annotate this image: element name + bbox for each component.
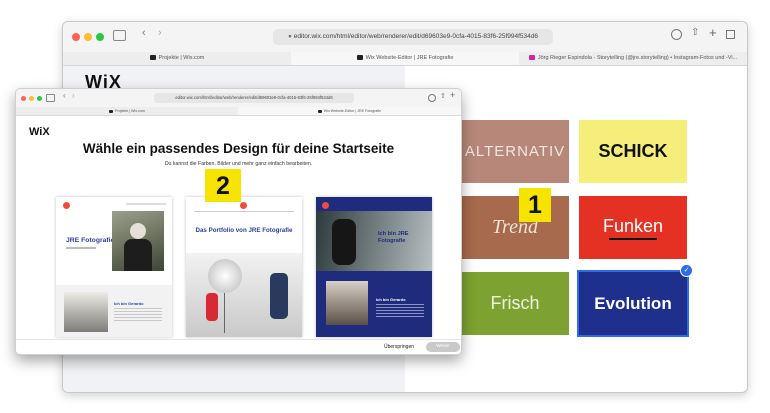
skip-button[interactable]: Überspringen [384, 343, 414, 352]
font-tile-label: ALTERNATIV [464, 143, 566, 160]
studio-photo [64, 292, 108, 332]
page-subtitle: Du kannst die Farben, Bilder und mehr ga… [164, 161, 313, 167]
download-icon[interactable] [428, 94, 436, 102]
font-tile-trend[interactable]: Trend [461, 196, 569, 259]
step-badge-2: 2 [205, 169, 241, 202]
underline-decoration [609, 237, 657, 240]
tab-label: Projekte | Wix.com [158, 55, 205, 61]
address-url: editor.wix.com/html/editor/web/renderer/… [175, 95, 333, 100]
minimize-window-button[interactable] [29, 96, 34, 101]
tab-label: Projekte | Wix.com [115, 109, 145, 113]
wix-favicon-icon [109, 110, 114, 113]
next-button[interactable]: Weiter [426, 342, 460, 352]
close-window-button[interactable] [72, 33, 80, 41]
wix-favicon-icon [149, 55, 156, 60]
sidebar-icon[interactable] [46, 94, 55, 102]
share-icon[interactable]: ⇧ [691, 27, 699, 38]
font-tile-evolution[interactable]: Evolution [579, 272, 687, 335]
address-bar[interactable]: editor.wix.com/html/editor/web/renderer/… [154, 93, 354, 103]
section-heading: Ich bin Gerardo [376, 297, 406, 302]
selected-check-icon: ✓ [680, 264, 693, 277]
sidebar-icon[interactable] [113, 30, 126, 41]
photographer-figure [270, 273, 288, 319]
light-stand [224, 293, 225, 333]
photographer-figure [332, 219, 356, 265]
studio-photo [186, 253, 302, 337]
tab-editor[interactable]: Wix Website-Editor | JRE Fotografie [291, 52, 519, 65]
design-heading: Ich bin JRE Fotografie [378, 231, 409, 244]
person-figure [124, 239, 152, 271]
tab-editor[interactable]: Wix Website-Editor | JRE Fotografie [238, 107, 461, 115]
font-tile-label: Funken [602, 215, 664, 236]
zoom-window-button[interactable] [37, 96, 42, 101]
step-badge-1: 1 [519, 188, 551, 222]
instagram-favicon-icon [528, 55, 535, 60]
tab-bar: Projekte | Wix.com Wix Website-Editor | … [16, 107, 461, 116]
wizard-footer: Überspringen Weiter [16, 339, 461, 354]
font-tile-label: SCHICK [598, 141, 668, 161]
design-heading: Das Portfolio von JRE Fotografie [195, 227, 293, 234]
nav-divider [194, 211, 294, 212]
tab-label: Wix Website-Editor | JRE Fotografie [365, 55, 454, 61]
design-card-2[interactable]: Das Portfolio von JRE Fotografie [186, 197, 302, 337]
softbox-light [208, 259, 242, 293]
new-tab-icon[interactable]: + [450, 90, 455, 100]
browser-toolbar: ‹ › editor.wix.com/html/editor/web/rende… [16, 89, 461, 107]
browser-toolbar: ‹ › ● editor.wix.com/html/editor/web/ren… [63, 22, 747, 53]
tab-projects[interactable]: Projekte | Wix.com [63, 52, 291, 65]
font-tile-label: Frisch [490, 293, 540, 313]
address-bar[interactable]: ● editor.wix.com/html/editor/web/rendere… [273, 29, 553, 45]
wix-favicon-icon [356, 55, 363, 60]
share-icon[interactable]: ⇧ [440, 92, 446, 100]
wix-favicon-icon [317, 110, 322, 113]
font-tile-frisch[interactable]: Frisch [461, 272, 569, 335]
site-logo-icon [240, 202, 247, 209]
close-window-button[interactable] [21, 96, 26, 101]
person-figure [130, 223, 146, 239]
font-tile-label: Evolution [594, 293, 672, 313]
back-arrow-icon[interactable]: ‹ [142, 27, 146, 39]
page-title: Wähle ein passendes Design für deine Sta… [82, 141, 395, 156]
font-tile-schick[interactable]: SCHICK [579, 120, 687, 183]
address-url: editor.wix.com/html/editor/web/renderer/… [293, 33, 538, 40]
design-card-1[interactable]: JRE Fotografie Ich bin Gerardo [56, 197, 172, 337]
download-icon[interactable] [671, 29, 682, 40]
portrait-photo [326, 281, 368, 325]
wix-logo: WiX [29, 126, 50, 138]
text-placeholder [376, 304, 424, 318]
new-tab-icon[interactable]: + [709, 25, 717, 40]
design-heading: JRE Fotografie [66, 237, 115, 244]
portrait-photo [112, 211, 164, 271]
font-tile-alternativ[interactable]: ALTERNATIV [461, 120, 569, 183]
tab-overview-icon[interactable] [726, 30, 735, 39]
zoom-window-button[interactable] [96, 33, 104, 41]
back-arrow-icon[interactable]: ‹ [63, 91, 66, 100]
nav-menu [126, 203, 166, 205]
tab-instagram[interactable]: Jörg Rieger Espindola - Storytelling (@j… [519, 52, 747, 65]
tab-projects[interactable]: Projekte | Wix.com [16, 107, 238, 115]
tab-label: Jörg Rieger Espindola - Storytelling (@j… [537, 55, 738, 61]
site-logo-icon [63, 202, 70, 209]
front-browser-window: ‹ › editor.wix.com/html/editor/web/rende… [15, 88, 462, 355]
section-heading: Ich bin Gerardo [114, 301, 144, 306]
text-placeholder [66, 247, 96, 249]
forward-arrow-icon[interactable]: › [158, 27, 162, 39]
site-logo-icon [322, 202, 329, 209]
tab-label: Wix Website-Editor | JRE Fotografie [323, 109, 382, 113]
font-tile-funken[interactable]: Funken [579, 196, 687, 259]
design-card-3[interactable]: Ich bin JRE Fotografie Ich bin Gerardo [316, 197, 432, 337]
forward-arrow-icon[interactable]: › [72, 91, 75, 100]
tab-bar: Projekte | Wix.com Wix Website-Editor | … [63, 52, 747, 66]
model-figure [206, 293, 218, 321]
text-placeholder [114, 308, 162, 322]
minimize-window-button[interactable] [84, 33, 92, 41]
